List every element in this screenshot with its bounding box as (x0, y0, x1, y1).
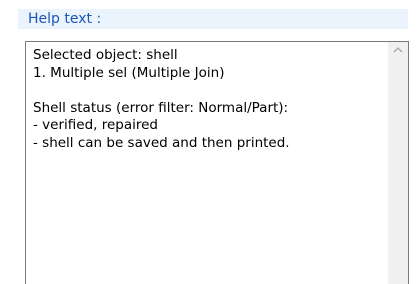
vertical-scrollbar[interactable] (388, 42, 408, 284)
scroll-up-button[interactable] (388, 42, 408, 60)
help-text-content: Selected object: shell 1. Multiple sel (… (33, 47, 383, 152)
help-text-line: 1. Multiple sel (Multiple Join) (33, 64, 225, 81)
help-text-line (33, 82, 383, 100)
help-panel: Help text : Selected object: shell 1. Mu… (0, 0, 417, 284)
help-text-line: Shell status (error filter: Normal/Part)… (33, 99, 289, 116)
help-text-line: - shell can be saved and then printed. (33, 134, 290, 151)
help-header: Help text : (18, 9, 408, 29)
chevron-up-icon (393, 47, 403, 53)
help-title: Help text : (28, 11, 102, 27)
help-text-line: - verified, repaired (33, 117, 159, 133)
help-textbox[interactable]: Selected object: shell 1. Multiple sel (… (25, 41, 409, 284)
help-text-line: Selected object: shell (33, 47, 178, 63)
